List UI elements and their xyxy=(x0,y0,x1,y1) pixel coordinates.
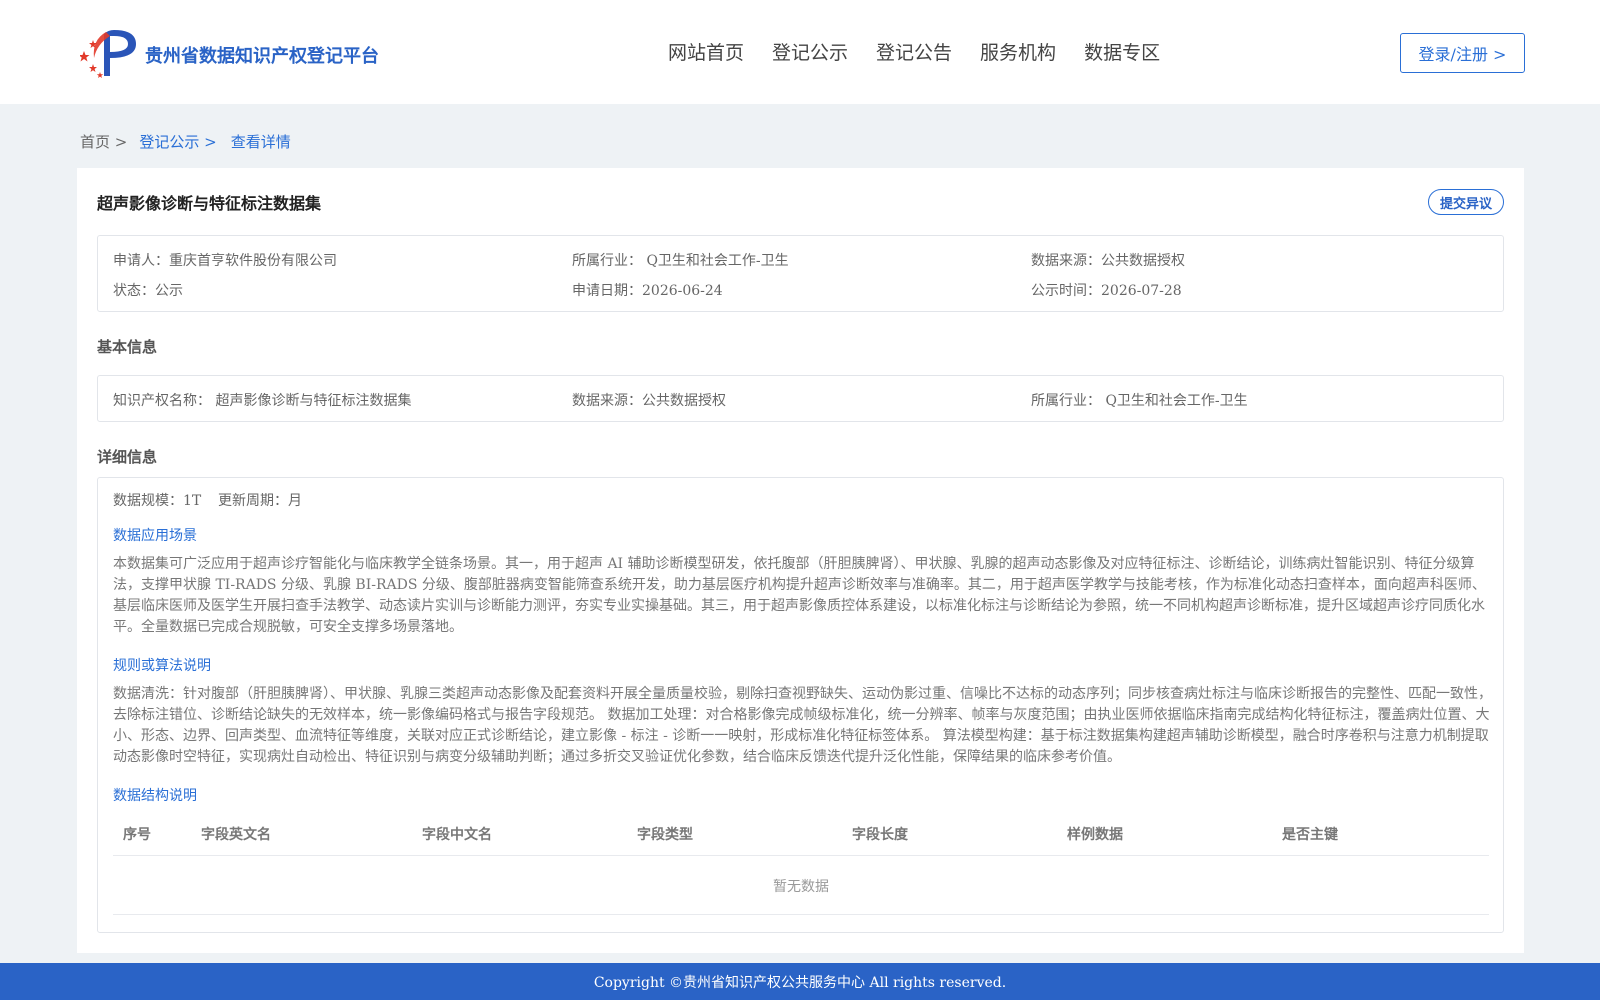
col-index: 序号 xyxy=(123,827,151,843)
publicity-time: 公示时间：2026-07-28 xyxy=(1031,283,1182,299)
col-sample-data: 样例数据 xyxy=(1067,827,1123,843)
col-primary-key: 是否主键 xyxy=(1282,827,1338,843)
col-english-name: 字段英文名 xyxy=(201,827,271,843)
nav-home[interactable]: 网站首页 xyxy=(668,38,744,65)
breadcrumb-home[interactable]: 首页 > xyxy=(80,131,127,152)
data-source: 数据来源：公共数据授权 xyxy=(1031,253,1185,269)
site-header: 贵州省数据知识产权登记平台 网站首页 登记公示 登记公告 服务机构 数据专区 登… xyxy=(0,0,1600,104)
breadcrumb-list[interactable]: 登记公示 > xyxy=(139,131,216,152)
col-field-length: 字段长度 xyxy=(852,827,908,843)
site-footer: Copyright ©贵州省知识产权公共服务中心 All rights rese… xyxy=(0,963,1600,1000)
structure-title: 数据结构说明 xyxy=(113,788,197,804)
detail-card: 超声影像诊断与特征标注数据集 提交异议 申请人：重庆首亨软件股份有限公司 所属行… xyxy=(77,168,1524,953)
basic-info-heading: 基本信息 xyxy=(97,338,158,356)
table-empty-state: 暂无数据 xyxy=(773,879,829,895)
login-register-button[interactable]: 登录/注册 > xyxy=(1400,33,1525,73)
ip-name: 知识产权名称： 超声影像诊断与特征标注数据集 xyxy=(113,393,412,409)
basic-info-box: 知识产权名称： 超声影像诊断与特征标注数据集 数据来源：公共数据授权 所属行业：… xyxy=(97,375,1504,422)
detail-info-box: 数据规模：1T 更新周期：月 数据应用场景 本数据集可广泛应用于超声诊疗智能化与… xyxy=(97,477,1504,933)
apply-date: 申请日期：2026-06-24 xyxy=(572,283,723,299)
col-chinese-name: 字段中文名 xyxy=(422,827,492,843)
site-brand[interactable]: 贵州省数据知识产权登记平台 xyxy=(145,42,379,68)
nav-registration-publicity[interactable]: 登记公示 xyxy=(772,38,848,65)
nav-service-agencies[interactable]: 服务机构 xyxy=(980,38,1056,65)
main-nav: 网站首页 登记公示 登记公告 服务机构 数据专区 xyxy=(668,38,1160,65)
logo-icon[interactable] xyxy=(80,28,138,80)
breadcrumb: 首页 > 登记公示 > 查看详情 xyxy=(80,131,291,152)
summary-box: 申请人：重庆首亨软件股份有限公司 所属行业： Q卫生和社会工作-卫生 数据来源：… xyxy=(97,235,1504,312)
record-title: 超声影像诊断与特征标注数据集 xyxy=(97,194,322,213)
basic-industry: 所属行业： Q卫生和社会工作-卫生 xyxy=(1031,393,1248,409)
structure-table-header: 序号 字段英文名 字段中文名 字段类型 字段长度 样例数据 是否主键 xyxy=(113,824,1489,854)
nav-registration-announcement[interactable]: 登记公告 xyxy=(876,38,952,65)
scenario-title: 数据应用场景 xyxy=(113,528,197,544)
status: 状态：公示 xyxy=(113,283,183,299)
algorithm-title: 规则或算法说明 xyxy=(113,658,211,674)
breadcrumb-current: 查看详情 xyxy=(230,133,291,151)
detail-info-heading: 详细信息 xyxy=(97,448,158,466)
table-divider xyxy=(113,855,1489,856)
applicant: 申请人：重庆首亨软件股份有限公司 xyxy=(113,253,337,269)
submit-objection-button[interactable]: 提交异议 xyxy=(1428,189,1504,215)
col-field-type: 字段类型 xyxy=(637,827,693,843)
industry: 所属行业： Q卫生和社会工作-卫生 xyxy=(572,253,789,269)
algorithm-text: 数据清洗：针对腹部（肝胆胰脾肾）、甲状腺、乳腺三类超声动态影像及配套资料开展全量… xyxy=(113,686,1492,765)
update-cycle: 更新周期：月 xyxy=(218,493,302,509)
data-scale: 数据规模：1T xyxy=(113,493,202,509)
scenario-text: 本数据集可广泛应用于超声诊疗智能化与临床教学全链条场景。其一，用于超声 AI 辅… xyxy=(113,556,1486,635)
table-bottom-divider xyxy=(113,914,1489,915)
basic-data-source: 数据来源：公共数据授权 xyxy=(572,393,726,409)
nav-data-zone[interactable]: 数据专区 xyxy=(1084,38,1160,65)
